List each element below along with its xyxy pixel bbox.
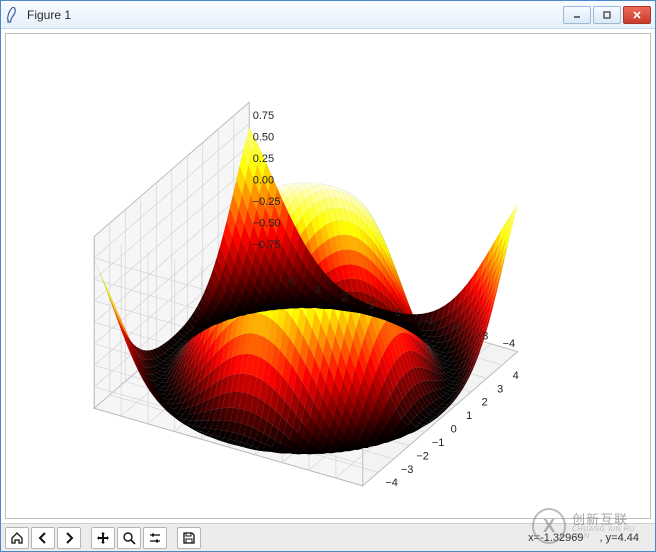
svg-text:−3: −3 (476, 330, 489, 342)
svg-text:4: 4 (513, 370, 519, 382)
close-button[interactable] (623, 6, 651, 24)
configure-button[interactable] (143, 527, 167, 549)
svg-text:0.75: 0.75 (253, 110, 274, 122)
svg-text:−1: −1 (432, 437, 445, 449)
plot-canvas[interactable]: −4−3−2−101234−4−3−2−101234−0.75−0.50−0.2… (5, 33, 651, 519)
app-icon (5, 7, 21, 23)
svg-text:−2: −2 (449, 323, 462, 335)
zoom-button[interactable] (117, 527, 141, 549)
svg-text:0.50: 0.50 (253, 132, 274, 144)
svg-text:−3: −3 (401, 464, 414, 476)
home-icon (10, 531, 24, 545)
window-controls (563, 6, 651, 24)
svg-text:−1: −1 (422, 315, 435, 327)
svg-text:−4: −4 (503, 338, 516, 350)
svg-text:0.00: 0.00 (253, 175, 274, 187)
surface-plot: −4−3−2−101234−4−3−2−101234−0.75−0.50−0.2… (6, 34, 650, 519)
forward-button[interactable] (57, 527, 81, 549)
svg-text:−0.50: −0.50 (253, 218, 281, 230)
svg-text:0: 0 (395, 307, 401, 319)
save-icon (182, 531, 196, 545)
move-icon (96, 531, 110, 545)
minimize-button[interactable] (563, 6, 591, 24)
figure-window: Figure 1 −4−3−2−101234−4−3−2−101234−0.75… (0, 0, 656, 552)
pan-button[interactable] (91, 527, 115, 549)
coord-y-label: , y= (600, 532, 618, 544)
svg-text:2: 2 (482, 397, 488, 409)
arrow-left-icon (36, 531, 50, 545)
titlebar: Figure 1 (1, 1, 655, 29)
svg-text:−2: −2 (416, 450, 429, 462)
svg-text:3: 3 (497, 383, 503, 395)
sliders-icon (148, 531, 162, 545)
home-button[interactable] (5, 527, 29, 549)
save-button[interactable] (177, 527, 201, 549)
svg-text:3: 3 (315, 284, 321, 296)
svg-text:−0.75: −0.75 (253, 239, 281, 251)
svg-text:1: 1 (368, 299, 374, 311)
back-button[interactable] (31, 527, 55, 549)
maximize-button[interactable] (593, 6, 621, 24)
svg-text:−4: −4 (385, 477, 398, 489)
svg-text:0: 0 (451, 424, 457, 436)
svg-text:−0.25: −0.25 (253, 196, 281, 208)
coord-x-label: x= (528, 532, 540, 544)
coord-readout: x=-1.32969 , y=4.44 (528, 532, 639, 544)
matplotlib-toolbar: x=-1.32969 , y=4.44 (1, 523, 655, 551)
window-title: Figure 1 (27, 8, 563, 22)
svg-text:4: 4 (288, 276, 294, 288)
svg-text:1: 1 (466, 410, 472, 422)
svg-text:2: 2 (342, 292, 348, 304)
coord-x-value: -1.32969 (540, 532, 583, 544)
zoom-icon (122, 531, 136, 545)
svg-text:0.25: 0.25 (253, 153, 274, 165)
arrow-right-icon (62, 531, 76, 545)
coord-y-value: 4.44 (618, 532, 639, 544)
